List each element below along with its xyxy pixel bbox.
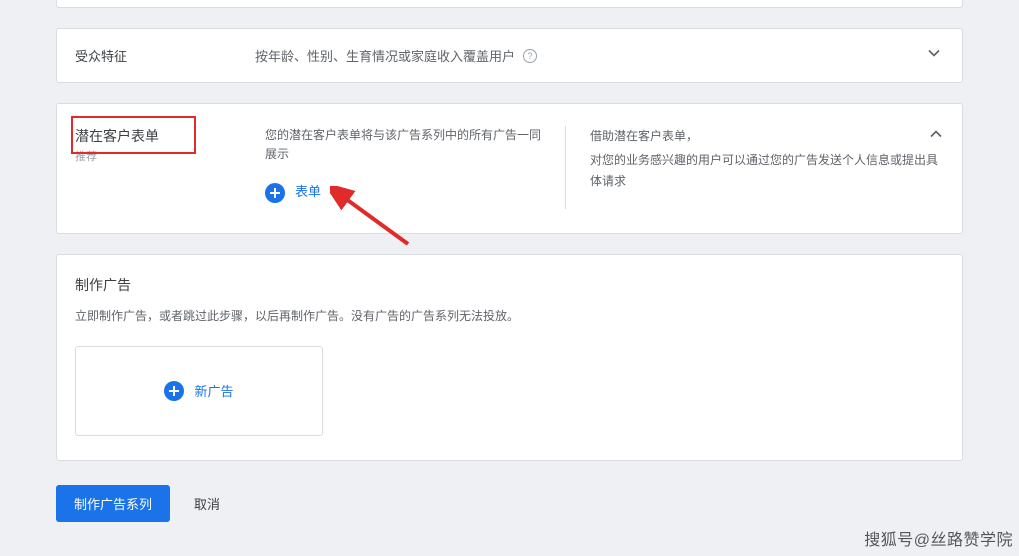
create-campaign-button[interactable]: 制作广告系列 [56,485,170,522]
help-icon[interactable]: ? [523,49,537,63]
audience-description: 按年龄、性别、生育情况或家庭收入覆盖用户 ? [255,46,924,65]
lead-help-title: 借助潜在客户表单， [590,126,944,146]
lead-form-section: 潜在客户表单 推荐 您的潜在客户表单将与该广告系列中的所有广告一同展示 表单 借… [56,103,963,234]
create-ad-desc: 立即制作广告，或者跳过此步骤，以后再制作广告。没有广告的广告系列无法投放。 [75,307,944,324]
lead-form-title: 潜在客户表单 [75,126,265,146]
create-ad-title: 制作广告 [75,275,944,295]
audience-desc-text: 按年龄、性别、生育情况或家庭收入覆盖用户 [255,46,515,65]
audience-section[interactable]: 受众特征 按年龄、性别、生育情况或家庭收入覆盖用户 ? [56,28,963,83]
lead-help-desc: 对您的业务感兴趣的用户可以通过您的广告发送个人信息或提出具体请求 [590,150,944,191]
plus-icon [265,183,285,203]
plus-icon [164,381,184,401]
add-form-button[interactable]: 表单 [265,182,321,203]
add-form-label: 表单 [295,182,321,203]
lead-form-subtitle: 推荐 [75,148,265,164]
create-ad-section: 制作广告 立即制作广告，或者跳过此步骤，以后再制作广告。没有广告的广告系列无法投… [56,254,963,461]
watermark: 搜狐号@丝路赞学院 [864,526,1013,550]
lead-form-help: 借助潜在客户表单， 对您的业务感兴趣的用户可以通过您的广告发送个人信息或提出具体… [590,126,944,191]
cancel-button[interactable]: 取消 [194,494,220,513]
previous-section-stub [56,0,963,8]
chevron-up-icon[interactable] [926,124,946,149]
new-ad-label: 新广告 [194,381,233,400]
lead-form-desc: 您的潜在客户表单将与该广告系列中的所有广告一同展示 [265,126,545,164]
audience-label: 受众特征 [75,46,255,65]
chevron-down-icon[interactable] [924,43,944,68]
new-ad-button[interactable]: 新广告 [75,346,323,436]
divider [565,126,566,209]
